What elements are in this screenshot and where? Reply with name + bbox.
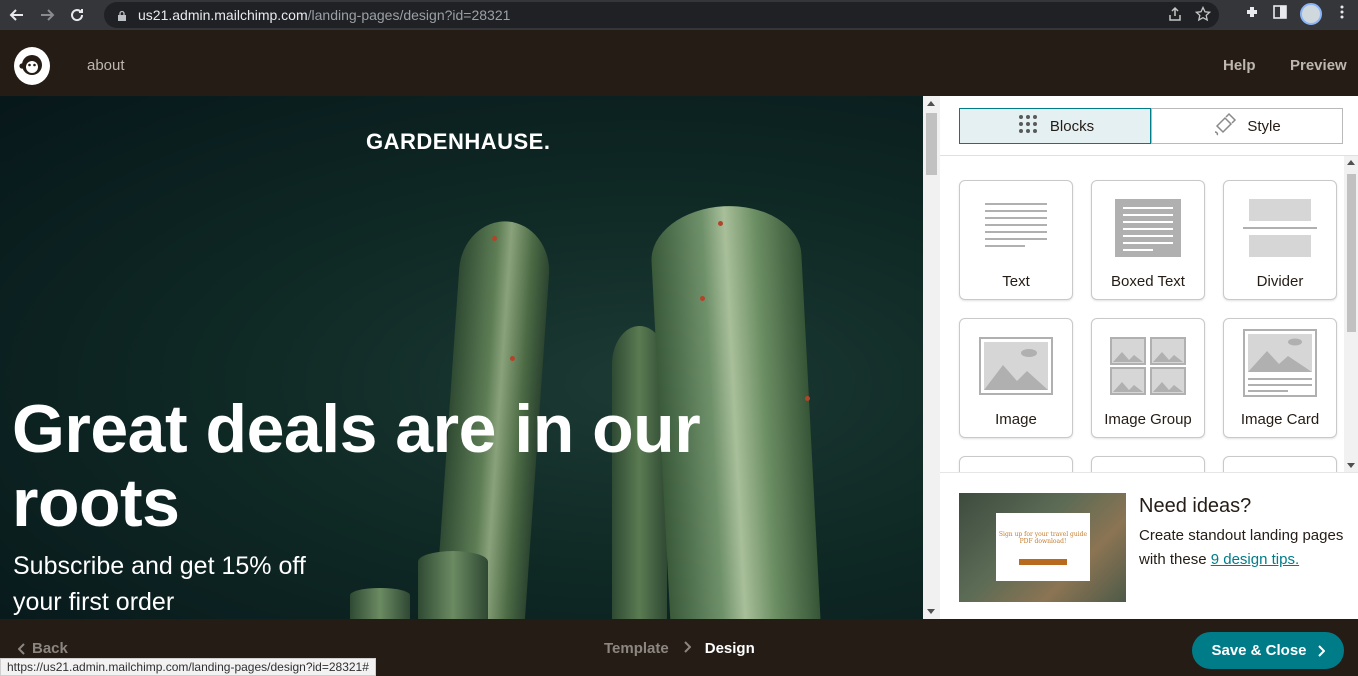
cactus-spike (718, 221, 723, 226)
back-label: Back (32, 640, 68, 657)
share-icon[interactable] (1167, 6, 1183, 27)
block-label: Image Group (1104, 411, 1192, 428)
block-partial[interactable] (1091, 456, 1205, 472)
divider-icon (1243, 199, 1317, 264)
block-divider[interactable]: Divider (1223, 180, 1337, 300)
save-close-button[interactable]: Save & Close (1192, 632, 1344, 669)
cactus-image-part (418, 551, 488, 619)
tab-blocks[interactable]: Blocks (959, 108, 1151, 144)
cactus-spike (510, 356, 515, 361)
chevron-left-icon (18, 642, 25, 655)
app-header: about Help Preview (0, 36, 1358, 96)
image-group-icon (1110, 337, 1186, 400)
promo-card-text: Sign up for your travel guide PDF downlo… (998, 531, 1088, 545)
block-partial[interactable] (959, 456, 1073, 472)
image-icon (979, 337, 1053, 400)
help-link[interactable]: Help (1223, 57, 1256, 74)
design-tips-link[interactable]: 9 design tips. (1211, 551, 1299, 568)
mailchimp-logo-icon[interactable] (14, 47, 50, 85)
block-image-group[interactable]: Image Group (1091, 318, 1205, 438)
star-icon[interactable] (1194, 5, 1212, 27)
preview-link[interactable]: Preview (1290, 57, 1347, 74)
scroll-thumb[interactable] (1347, 174, 1356, 332)
brand-logo-text[interactable]: GARDENHAUSE. (366, 129, 550, 155)
reload-icon[interactable] (64, 2, 90, 28)
block-label: Image Card (1240, 411, 1320, 428)
block-partial[interactable] (1223, 456, 1337, 472)
cactus-image-part (350, 588, 410, 619)
tab-blocks-label: Blocks (1049, 117, 1095, 135)
hero-subheadline[interactable]: Subscribe and get 15% off your first ord… (13, 548, 333, 619)
block-label: Image (995, 411, 1037, 428)
step-design[interactable]: Design (705, 640, 755, 657)
back-arrow-icon[interactable] (4, 2, 30, 28)
promo-thumbnail[interactable]: Sign up for your travel guide PDF downlo… (959, 493, 1126, 602)
scroll-down-arrow-icon[interactable] (1347, 463, 1355, 468)
status-bar-url: https://us21.admin.mailchimp.com/landing… (0, 658, 376, 676)
need-ideas-text: Create standout landing pages with these… (1139, 524, 1351, 572)
promo-card-button (1019, 559, 1067, 565)
cactus-spike (700, 296, 705, 301)
scroll-up-arrow-icon[interactable] (927, 101, 935, 106)
panel-tabs: Blocks Style (959, 108, 1343, 144)
need-ideas-title: Need ideas? (1139, 495, 1252, 517)
block-label: Boxed Text (1111, 273, 1185, 290)
chevron-right-icon (1317, 644, 1325, 657)
hero-headline[interactable]: Great deals are in our roots (12, 392, 812, 540)
kebab-menu-icon[interactable] (1334, 4, 1350, 25)
page-title: about (87, 57, 125, 74)
lock-icon (116, 9, 128, 21)
block-boxed-text[interactable]: Boxed Text (1091, 180, 1205, 300)
grid-dots-icon (1016, 112, 1040, 140)
promo-card: Sign up for your travel guide PDF downlo… (996, 513, 1090, 581)
tab-style-label: Style (1247, 117, 1281, 135)
chevron-right-icon (683, 640, 692, 657)
browser-toolbar: us21.admin.mailchimp.com/landing-pages/d… (0, 0, 1358, 30)
block-image-card[interactable]: Image Card (1223, 318, 1337, 438)
back-button[interactable]: Back (18, 640, 68, 657)
block-label: Divider (1256, 273, 1304, 290)
scroll-up-arrow-icon[interactable] (1347, 160, 1355, 165)
editor-panel: Blocks Style Text Boxed Text Divider Ima… (940, 96, 1358, 619)
block-label: Text (1002, 273, 1030, 290)
cactus-spike (492, 236, 497, 241)
url-host: us21.admin.mailchimp.com (138, 7, 308, 23)
scroll-down-arrow-icon[interactable] (927, 609, 935, 614)
block-image[interactable]: Image (959, 318, 1073, 438)
text-lines-icon (983, 199, 1049, 254)
tab-style[interactable]: Style (1151, 108, 1343, 144)
panel-scrollbar[interactable] (1344, 156, 1358, 472)
blocks-grid: Text Boxed Text Divider Image Image Grou… (940, 156, 1344, 472)
landing-page-canvas[interactable]: GARDENHAUSE. Great deals are in our root… (0, 96, 923, 619)
forward-arrow-icon[interactable] (34, 2, 60, 28)
sidepanel-icon[interactable] (1272, 4, 1288, 25)
boxed-text-icon (1115, 199, 1181, 262)
canvas-scrollbar[interactable] (923, 96, 940, 619)
url-path: /landing-pages/design?id=28321 (307, 7, 511, 23)
profile-avatar[interactable] (1300, 3, 1322, 25)
url-text: us21.admin.mailchimp.com/landing-pages/d… (138, 7, 510, 23)
scroll-thumb[interactable] (926, 113, 937, 175)
step-breadcrumb: Template Design (604, 640, 755, 657)
address-bar[interactable]: us21.admin.mailchimp.com/landing-pages/d… (104, 2, 1219, 28)
extensions-icon[interactable] (1244, 4, 1260, 25)
save-close-label: Save & Close (1211, 642, 1307, 659)
paint-bucket-icon (1213, 112, 1237, 140)
block-text[interactable]: Text (959, 180, 1073, 300)
step-template[interactable]: Template (604, 640, 669, 657)
image-card-icon (1243, 329, 1317, 402)
need-ideas-promo: Sign up for your travel guide PDF downlo… (940, 472, 1358, 619)
